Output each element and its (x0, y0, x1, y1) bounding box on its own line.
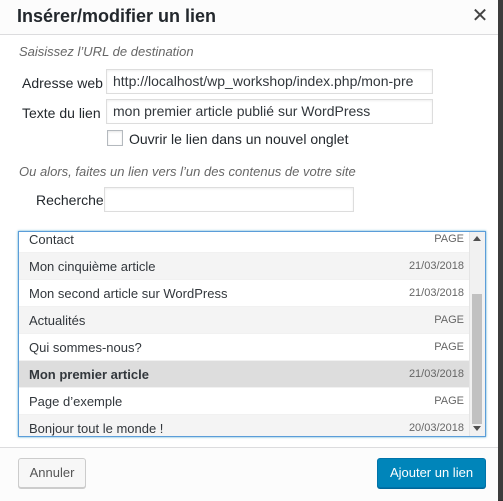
result-title: Mon second article sur WordPress (29, 286, 228, 301)
result-row[interactable]: Mon premier article 21/03/2018 (19, 361, 470, 388)
result-title: Page d’exemple (29, 394, 123, 409)
scrollbar-thumb[interactable] (472, 294, 482, 424)
add-link-button[interactable]: Ajouter un lien (377, 458, 486, 488)
cancel-button[interactable]: Annuler (18, 458, 86, 488)
result-info: PAGE (434, 233, 464, 245)
result-info: PAGE (434, 314, 464, 326)
result-info: PAGE (434, 341, 464, 353)
link-text-input[interactable]: mon premier article publié sur WordPress (106, 99, 433, 124)
result-title: Mon cinquième article (29, 259, 156, 274)
search-label: Recherche (36, 192, 104, 208)
url-input[interactable]: http://localhost/wp_workshop/index.php/m… (106, 69, 433, 94)
search-hint: Ou alors, faites un lien vers l’un des c… (19, 164, 356, 179)
scroll-up-arrow-icon[interactable] (473, 236, 481, 241)
search-input[interactable] (104, 187, 354, 212)
results-list: Contact PAGE Mon cinquième article 21/03/20… (19, 232, 470, 436)
result-row[interactable]: Mon second article sur WordPress 21/03/20… (19, 280, 470, 307)
link-text-label: Texte du lien (22, 105, 101, 121)
result-title: Contact (29, 232, 74, 247)
window-edge (498, 0, 503, 500)
search-results: Contact PAGE Mon cinquième article 21/03/20… (18, 231, 486, 437)
result-row[interactable]: Mon cinquième article 21/03/2018 (19, 253, 470, 280)
url-label: Adresse web (22, 75, 103, 91)
result-title: Actualités (29, 313, 86, 328)
close-icon[interactable]: ✕ (466, 5, 494, 27)
result-info: 21/03/2018 (408, 287, 464, 299)
new-tab-checkbox[interactable] (107, 130, 123, 146)
result-info: 20/03/2018 (408, 422, 464, 434)
dialog-footer: Annuler Ajouter un lien (0, 447, 498, 501)
result-row[interactable]: Actualités PAGE (19, 307, 470, 334)
result-row[interactable]: Bonjour tout le monde ! 20/03/2018 (19, 415, 470, 436)
result-info: PAGE (434, 395, 464, 407)
link-dialog: Insérer/modifier un lien ✕ Saisissez l’U… (0, 0, 498, 501)
results-scrollbar[interactable] (469, 232, 485, 436)
dialog-titlebar: Insérer/modifier un lien ✕ (0, 0, 498, 35)
result-row[interactable]: Qui sommes-nous? PAGE (19, 334, 470, 361)
result-row[interactable]: Contact PAGE (19, 232, 470, 253)
result-row[interactable]: Page d’exemple PAGE (19, 388, 470, 415)
url-hint: Saisissez l’URL de destination (19, 44, 194, 59)
result-title: Bonjour tout le monde ! (29, 421, 164, 436)
result-info: 21/03/2018 (408, 260, 464, 272)
result-title: Mon premier article (29, 367, 149, 382)
result-title: Qui sommes-nous? (29, 340, 142, 355)
dialog-title: Insérer/modifier un lien (17, 6, 217, 26)
result-info: 21/03/2018 (408, 368, 464, 380)
scroll-down-arrow-icon[interactable] (473, 426, 481, 431)
new-tab-label[interactable]: Ouvrir le lien dans un nouvel onglet (129, 131, 348, 147)
